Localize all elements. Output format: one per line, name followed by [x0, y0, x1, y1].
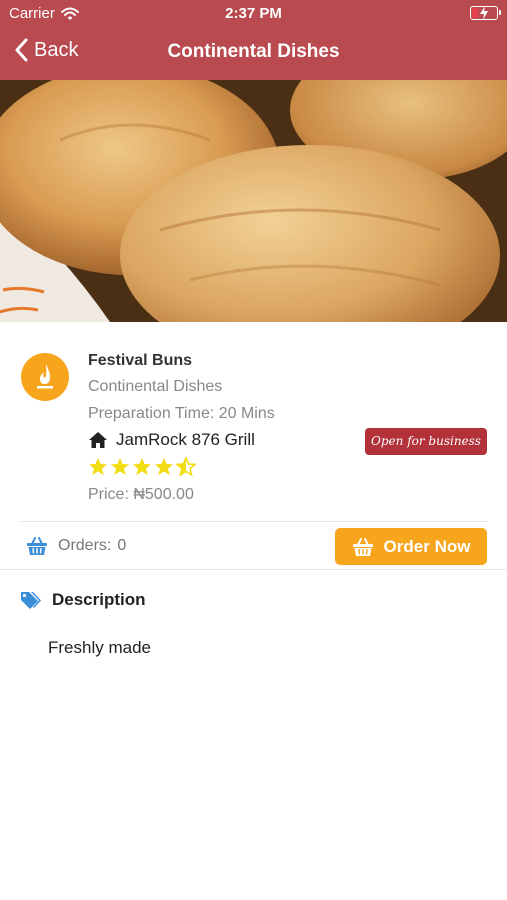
- orders-value: 0: [117, 537, 127, 554]
- navigation-bar: Back Continental Dishes: [0, 28, 507, 80]
- orders-count: Orders: 0: [26, 536, 126, 556]
- star-icon: [89, 458, 107, 475]
- page-title: Continental Dishes: [167, 41, 340, 62]
- orders-label: Orders:: [58, 537, 112, 554]
- description-text: Freshly made: [48, 638, 151, 657]
- star-icon: [111, 458, 129, 475]
- battery-charging-icon: [470, 6, 501, 20]
- rating-stars: [88, 457, 196, 476]
- flame-logo: [37, 364, 53, 389]
- order-now-label: Order Now: [383, 536, 471, 556]
- status-bar: Carrier 2:37 PM: [0, 0, 507, 28]
- description-heading: Description: [52, 590, 146, 609]
- dish-category: Continental Dishes: [88, 378, 223, 395]
- dish-photo: [0, 80, 507, 322]
- status-badge: Open for business: [365, 428, 487, 455]
- top-bar: Carrier 2:37 PM Back Continental Dishes: [0, 0, 507, 80]
- restaurant-name: JamRock 876 Grill: [116, 430, 255, 449]
- dish-price: Price: ₦500.00: [88, 486, 194, 503]
- status-time: 2:37 PM: [225, 5, 282, 22]
- restaurant-logo: [21, 353, 69, 401]
- restaurant-link[interactable]: JamRock 876 Grill: [88, 430, 255, 450]
- preparation-time: Preparation Time: 20 Mins: [88, 405, 275, 422]
- order-now-button[interactable]: Order Now: [335, 528, 487, 565]
- dish-name: Festival Buns: [88, 352, 193, 369]
- divider: [20, 521, 487, 522]
- tags-icon: [21, 592, 41, 609]
- home-icon: [89, 432, 107, 448]
- star-icon: [155, 458, 173, 475]
- star-icon: [176, 457, 196, 476]
- basket-icon: [27, 537, 47, 555]
- star-icon: [133, 458, 151, 475]
- basket-icon: [352, 537, 373, 556]
- divider: [0, 569, 507, 570]
- description-header: Description: [20, 590, 146, 610]
